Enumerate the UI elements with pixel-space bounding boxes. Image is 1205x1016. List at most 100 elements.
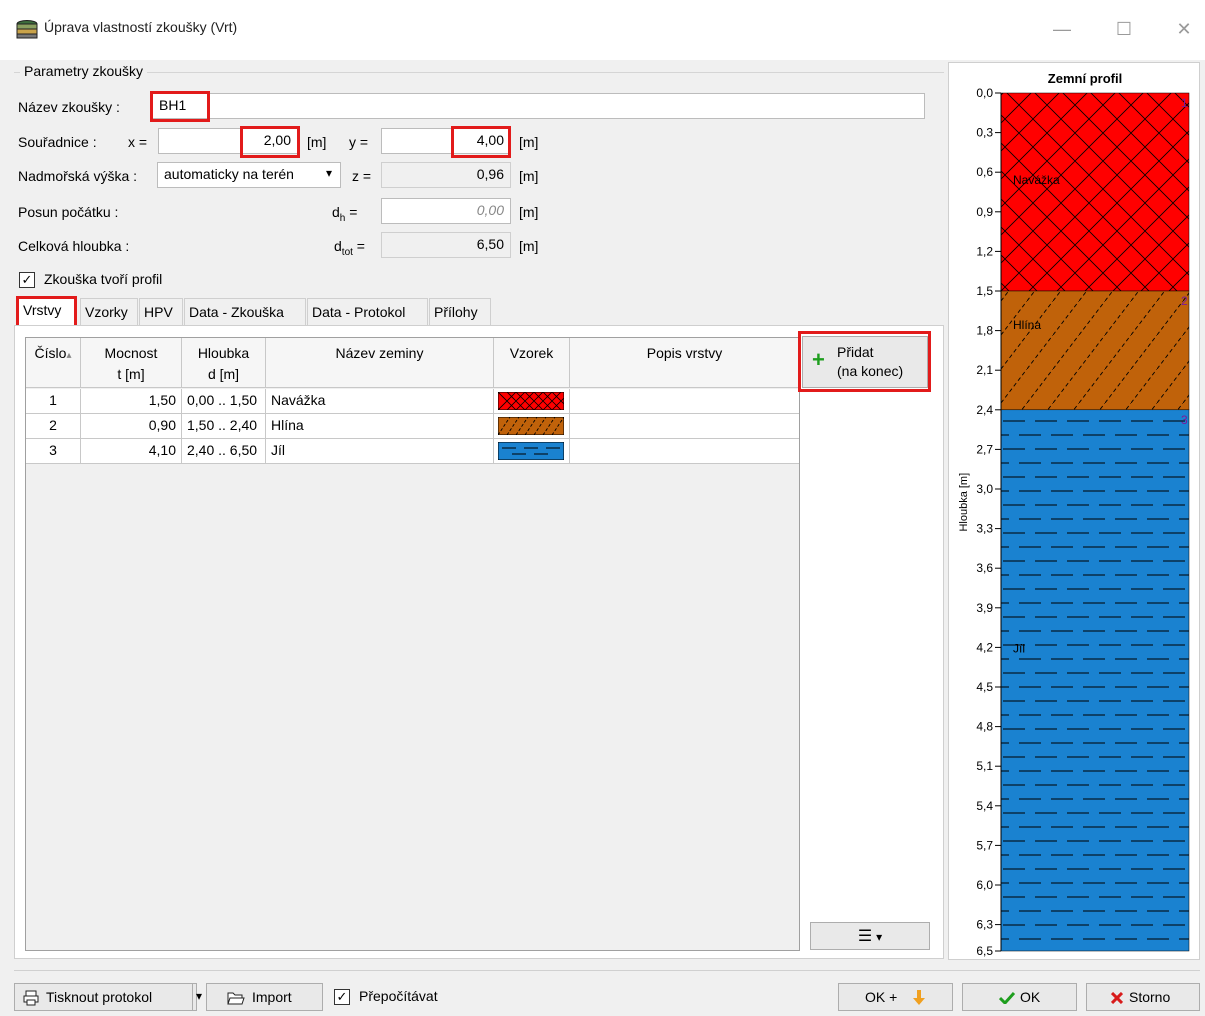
list-options-button[interactable]: ☰ ▾ <box>810 922 930 950</box>
tick-label: 6,5 <box>976 944 993 958</box>
tick-label: 6,0 <box>976 878 993 892</box>
tick-label: 0,0 <box>976 86 993 100</box>
pattern-swatch-diag <box>497 416 565 436</box>
add-button-highlight <box>798 331 931 392</box>
elevation-label: Nadmořská výška : <box>18 168 138 184</box>
tick-label: 4,5 <box>976 680 993 694</box>
layer-pattern-3 <box>1000 409 1190 952</box>
dh-input[interactable]: 0,00 <box>381 198 511 224</box>
col-header-thickness[interactable]: Mocnost t [m] <box>81 338 182 388</box>
pattern-swatch-cross <box>497 391 565 411</box>
footer-separator <box>14 970 1200 971</box>
tab-vzorky[interactable]: Vzorky <box>80 298 138 326</box>
name-input[interactable]: BH1 <box>152 93 925 119</box>
tick-label: 1,5 <box>976 284 993 298</box>
layer-name: Hlína <box>1013 318 1041 332</box>
recalculate-checkbox[interactable]: ✓ <box>334 989 350 1005</box>
printer-icon <box>23 990 39 1006</box>
tick-label: 2,7 <box>976 442 993 456</box>
layer-number: 1 <box>1181 96 1188 110</box>
import-button[interactable]: Import <box>206 983 323 1011</box>
tab-data-protokol[interactable]: Data - Protokol <box>307 298 428 326</box>
print-protocol-button[interactable]: Tisknout protokol ▾ <box>14 983 202 1011</box>
tick-label: 2,4 <box>976 403 993 417</box>
row-soil-name[interactable]: Hlína <box>266 414 494 439</box>
sort-icon: ▴ <box>66 350 72 361</box>
row-thickness[interactable]: 4,10 <box>81 439 182 464</box>
row-pattern[interactable] <box>494 439 570 464</box>
row-thickness[interactable]: 1,50 <box>81 389 182 414</box>
dh-label: dh = <box>332 204 358 224</box>
col-header-number[interactable]: Číslo▴ <box>26 338 81 388</box>
x-unit: [m] <box>307 134 327 150</box>
row-description[interactable] <box>570 389 799 414</box>
chevron-down-icon: ▾ <box>876 930 883 944</box>
tick-label: 2,1 <box>976 363 993 377</box>
col-header-depth[interactable]: Hloubka d [m] <box>182 338 266 388</box>
folder-open-icon <box>227 992 245 1005</box>
row-description[interactable] <box>570 414 799 439</box>
name-label: Název zkoušky : <box>18 99 120 115</box>
profile-checkbox-label: Zkouška tvoří profil <box>44 271 163 287</box>
x-icon <box>1111 992 1123 1004</box>
tick-label: 4,8 <box>976 720 993 734</box>
print-protocol-label: Tisknout protokol <box>46 989 153 1005</box>
tick-label: 3,6 <box>976 561 993 575</box>
row-number: 2 <box>26 414 81 439</box>
chevron-down-icon[interactable]: ▾ <box>196 989 202 1003</box>
row-description[interactable] <box>570 439 799 464</box>
table-row[interactable]: 1 1,50 0,00 .. 1,50 Navážka <box>26 389 799 414</box>
layer-pattern-1 <box>1000 92 1190 292</box>
app-icon <box>16 20 38 39</box>
maximize-button[interactable]: ☐ <box>1104 14 1144 44</box>
coords-label: Souřadnice : <box>18 134 97 150</box>
tick-label: 1,2 <box>976 244 993 258</box>
tick-label: 5,7 <box>976 838 993 852</box>
profile-checkbox[interactable]: ✓ <box>19 272 35 288</box>
tick-label: 3,0 <box>976 482 993 496</box>
cancel-button[interactable]: Storno <box>1086 983 1200 1011</box>
table-row[interactable]: 2 0,90 1,50 .. 2,40 Hlína <box>26 414 799 439</box>
z-input: 0,96 <box>381 162 511 188</box>
col-header-soil-name[interactable]: Název zeminy <box>266 338 494 388</box>
close-button[interactable]: ✕ <box>1164 14 1204 44</box>
dh-unit: [m] <box>519 204 539 220</box>
row-pattern[interactable] <box>494 389 570 414</box>
y-highlight <box>451 126 511 158</box>
ok-plus-button[interactable]: OK + <box>838 983 953 1011</box>
shift-label: Posun počátku : <box>18 204 119 220</box>
layer-name: Jíl <box>1013 641 1025 655</box>
dtot-input: 6,50 <box>381 232 511 258</box>
elevation-select[interactable]: automaticky na terén ▾ <box>157 162 341 188</box>
layer-number: 2 <box>1181 294 1188 308</box>
tick-label: 6,3 <box>976 918 993 932</box>
soil-profile-chart: Zemní profil 1 2 3 Navážka Hlína Jíl 0,0 0,3 0,6 0… <box>958 71 1190 958</box>
elevation-select-value: automaticky na terén <box>164 166 294 182</box>
x-highlight <box>240 126 300 158</box>
pattern-swatch-dash <box>497 441 565 461</box>
table-row[interactable]: 3 4,10 2,40 .. 6,50 Jíl <box>26 439 799 464</box>
arrow-down-icon <box>913 990 925 1005</box>
layers-table[interactable]: Číslo▴ Mocnost t [m] Hloubka d [m] Název z… <box>25 337 800 951</box>
row-depth: 1,50 .. 2,40 <box>182 414 266 439</box>
dtot-unit: [m] <box>519 238 539 254</box>
ok-button[interactable]: OK <box>962 983 1077 1011</box>
window-title: Úprava vlastností zkoušky (Vrt) <box>44 19 238 35</box>
row-soil-name[interactable]: Navážka <box>266 389 494 414</box>
tab-prilohy[interactable]: Přílohy <box>429 298 491 326</box>
row-thickness[interactable]: 0,90 <box>81 414 182 439</box>
row-soil-name[interactable]: Jíl <box>266 439 494 464</box>
row-pattern[interactable] <box>494 414 570 439</box>
col-header-description[interactable]: Popis vrstvy <box>570 338 799 388</box>
tick-label: 3,9 <box>976 601 993 615</box>
group-border <box>14 72 944 73</box>
y-label: y = <box>349 134 369 150</box>
layer-pattern-2 <box>1000 290 1190 411</box>
minimize-button[interactable]: — <box>1042 14 1082 44</box>
col-header-pattern[interactable]: Vzorek <box>494 338 570 388</box>
tab-hpv[interactable]: HPV <box>139 298 183 326</box>
chevron-down-icon: ▾ <box>325 166 332 180</box>
tab-data-zkouska[interactable]: Data - Zkouška <box>184 298 306 326</box>
ok-plus-label: OK + <box>865 989 898 1005</box>
row-depth: 0,00 .. 1,50 <box>182 389 266 414</box>
